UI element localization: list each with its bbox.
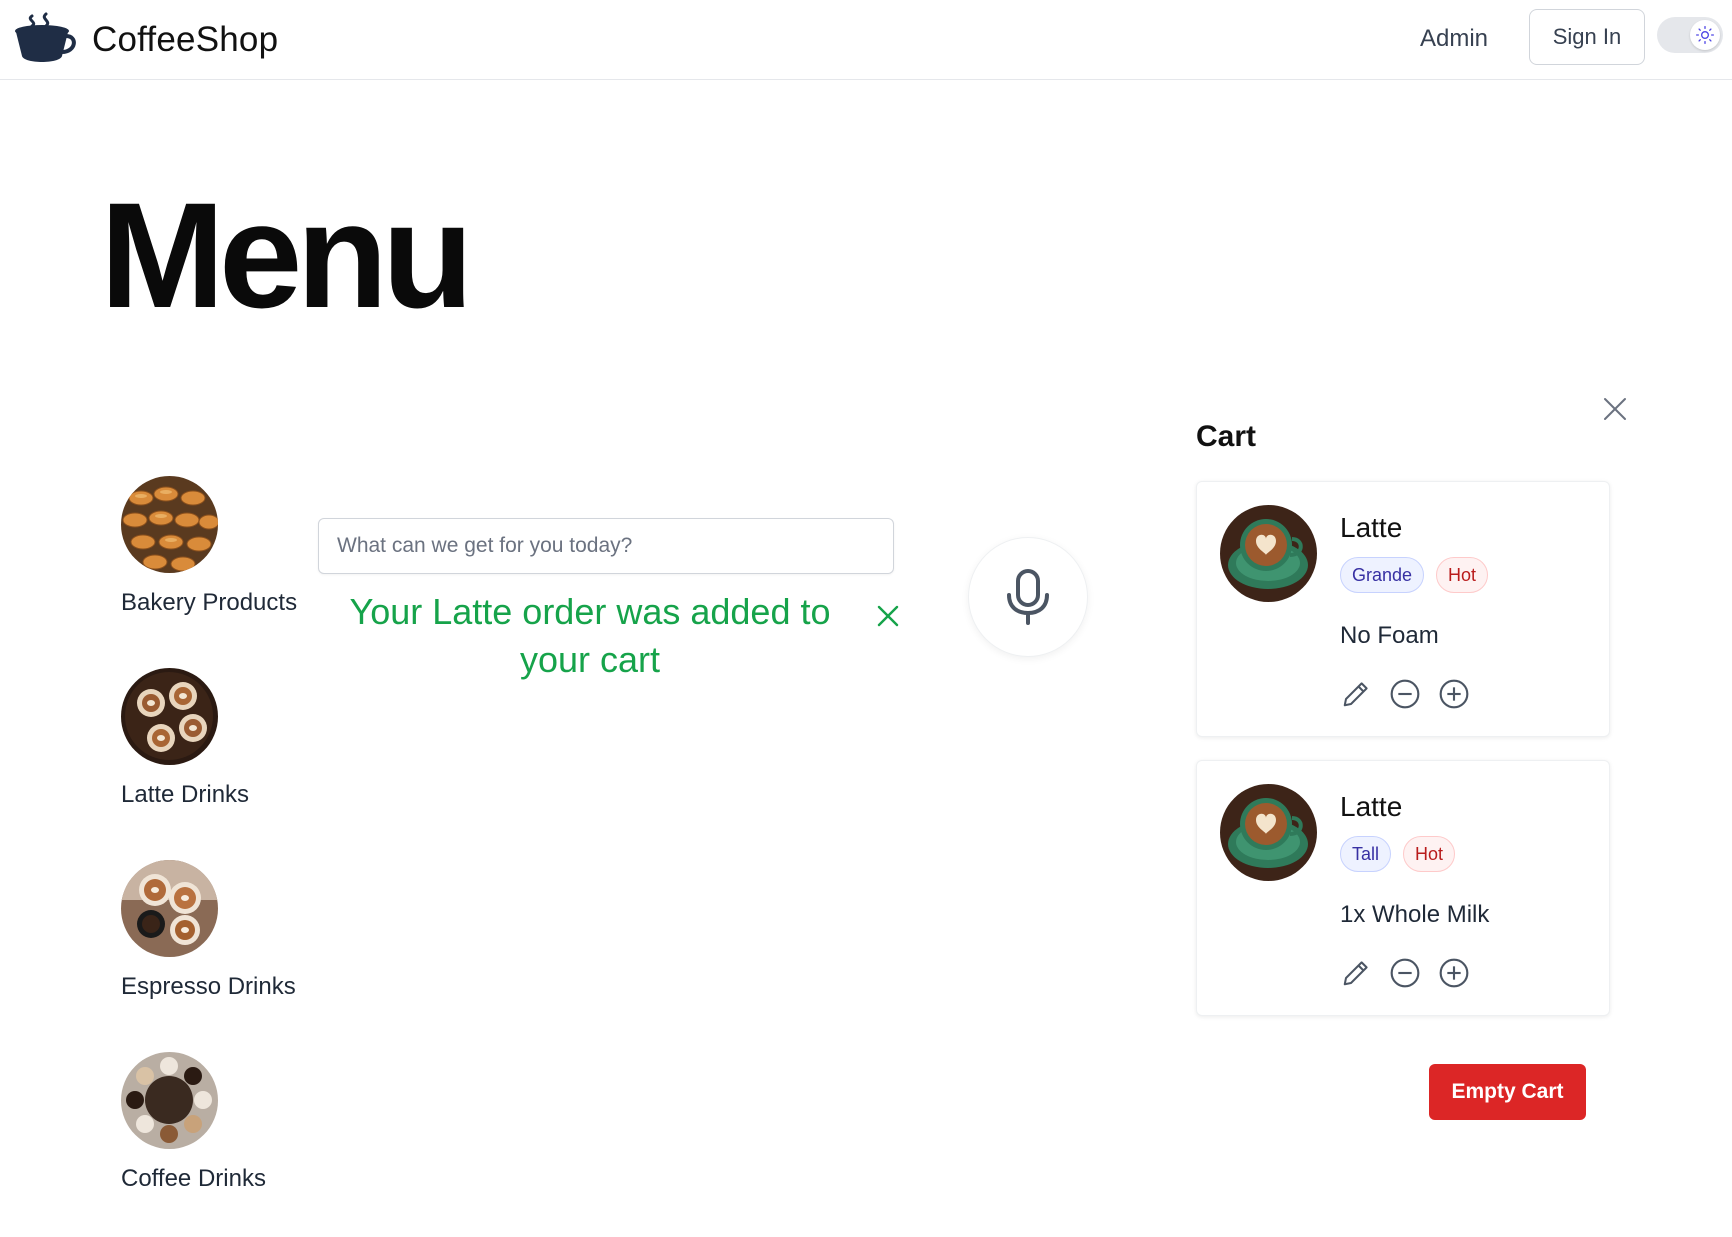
plus-circle-icon — [1439, 958, 1469, 988]
cart-item-modifier: No Foam — [1340, 622, 1439, 649]
page-title: Menu — [100, 171, 474, 339]
category-latte-drinks[interactable]: Latte Drinks — [121, 668, 321, 809]
size-badge: Grande — [1340, 557, 1425, 593]
increase-quantity-button[interactable] — [1438, 957, 1470, 989]
plus-circle-icon — [1439, 679, 1469, 709]
cart-item-name: Latte — [1340, 791, 1403, 822]
top-nav-bar: CoffeeShop Admin Sign In — [0, 0, 1732, 80]
category-label: Coffee Drinks — [121, 1165, 266, 1192]
category-label: Bakery Products — [121, 589, 298, 616]
temperature-badge: Hot — [1436, 557, 1489, 593]
cart-item-options: Tall Hot — [1340, 836, 1456, 872]
brand-name: CoffeeShop — [92, 20, 279, 59]
order-search-input[interactable] — [318, 518, 894, 574]
minus-circle-icon — [1390, 679, 1420, 709]
sun-icon — [1696, 26, 1714, 44]
cart-item-modifier: 1x Whole Milk — [1340, 901, 1490, 928]
category-label: Latte Drinks — [121, 781, 250, 808]
empty-cart-button[interactable]: Empty Cart — [1429, 1064, 1586, 1120]
pencil-icon — [1343, 682, 1368, 707]
cart-close-icon[interactable] — [1598, 392, 1632, 426]
cart-item-name: Latte — [1340, 512, 1403, 543]
temperature-badge: Hot — [1403, 836, 1456, 872]
theme-toggle-knob — [1690, 20, 1720, 50]
category-label: Espresso Drinks — [121, 973, 296, 1000]
category-espresso-drinks[interactable]: Espresso Drinks — [121, 860, 321, 1001]
decrease-quantity-button[interactable] — [1389, 678, 1421, 710]
cart-title: Cart — [1196, 420, 1257, 453]
sign-in-button[interactable]: Sign In — [1529, 9, 1645, 65]
cart-item-options: Grande Hot — [1340, 557, 1489, 593]
voice-input-button[interactable] — [968, 537, 1088, 657]
edit-item-button[interactable] — [1340, 957, 1372, 989]
order-added-toast: Your Latte order was added to your cart — [349, 591, 831, 680]
increase-quantity-button[interactable] — [1438, 678, 1470, 710]
cart-item-actions — [1340, 957, 1470, 989]
cart-item: Latte Grande Hot No Foam — [1196, 481, 1610, 737]
latte-cup-image — [1220, 505, 1317, 602]
category-coffee-drinks[interactable]: Coffee Drinks — [121, 1052, 321, 1193]
category-bakery-products[interactable]: Bakery Products — [121, 476, 321, 617]
edit-item-button[interactable] — [1340, 678, 1372, 710]
latte-cup-image — [1220, 784, 1317, 881]
admin-link[interactable]: Admin — [1420, 18, 1488, 60]
cart-item-actions — [1340, 678, 1470, 710]
microphone-icon — [1007, 569, 1049, 625]
minus-circle-icon — [1390, 958, 1420, 988]
bakery-image — [121, 476, 218, 573]
pencil-icon — [1343, 961, 1368, 986]
size-badge: Tall — [1340, 836, 1392, 872]
decrease-quantity-button[interactable] — [1389, 957, 1421, 989]
cart-item: Latte Tall Hot 1x Whole Milk — [1196, 760, 1610, 1016]
brand[interactable]: CoffeeShop — [12, 10, 278, 70]
toast-close-icon[interactable] — [868, 596, 908, 636]
coffee-cup-logo-icon — [15, 12, 76, 62]
coffee-image — [121, 1052, 218, 1149]
theme-toggle[interactable] — [1657, 17, 1723, 53]
espresso-image — [121, 860, 218, 957]
latte-image — [121, 668, 218, 765]
